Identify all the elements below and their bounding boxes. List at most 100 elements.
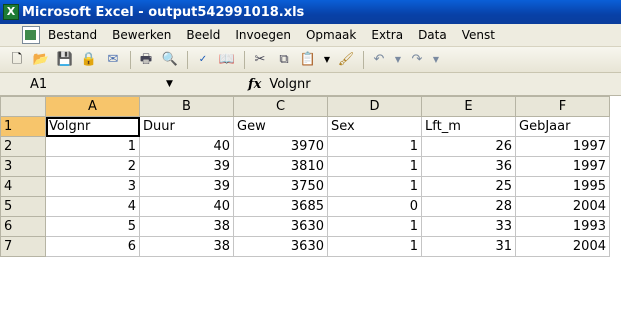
cell[interactable]: 2004 [515, 236, 610, 257]
cell[interactable]: 1 [327, 176, 422, 197]
cut-icon[interactable]: ✂ [251, 51, 269, 69]
new-document-icon[interactable]: 🗋 [8, 51, 26, 69]
cell[interactable]: 1993 [515, 216, 610, 237]
select-all-corner[interactable] [0, 96, 46, 117]
workbook-icon[interactable] [22, 26, 40, 44]
cell[interactable]: 26 [421, 136, 516, 157]
cell[interactable]: 2004 [515, 196, 610, 217]
cell[interactable]: 39 [139, 176, 234, 197]
cell[interactable]: 3970 [233, 136, 328, 157]
table-row: 4 3 39 3750 1 25 1995 [0, 176, 610, 197]
row-header[interactable]: 5 [0, 196, 46, 217]
copy-icon[interactable]: ⧉ [275, 51, 293, 69]
redo-icon[interactable]: ↷ [408, 51, 426, 69]
table-row: 2 1 40 3970 1 26 1997 [0, 136, 610, 157]
toolbar-separator [244, 50, 245, 69]
menu-invoegen[interactable]: Invoegen [235, 28, 291, 42]
spreadsheet-grid: A B C D E F 1 Volgnr Duur Gew Sex Lft_m … [0, 96, 610, 257]
undo-icon[interactable]: ↶ [370, 51, 388, 69]
cell[interactable]: 31 [421, 236, 516, 257]
permission-icon[interactable]: 🔒 [80, 51, 98, 69]
cell[interactable]: Gew [233, 116, 328, 137]
cell[interactable]: 5 [45, 216, 140, 237]
open-folder-icon[interactable]: 📂 [32, 51, 50, 69]
cell[interactable]: 28 [421, 196, 516, 217]
table-row: 5 4 40 3685 0 28 2004 [0, 196, 610, 217]
cell[interactable]: 3630 [233, 216, 328, 237]
row-header[interactable]: 2 [0, 136, 46, 157]
redo-dropdown-icon[interactable]: ▼ [432, 51, 440, 69]
cell[interactable]: 1995 [515, 176, 610, 197]
menu-beeld[interactable]: Beeld [186, 28, 220, 42]
row-header[interactable]: 1 [0, 116, 46, 137]
cell[interactable]: 33 [421, 216, 516, 237]
cell[interactable]: GebJaar [515, 116, 610, 137]
cell[interactable]: 3750 [233, 176, 328, 197]
cell[interactable]: Lft_m [421, 116, 516, 137]
menu-opmaak[interactable]: Opmaak [306, 28, 356, 42]
cell[interactable]: 2 [45, 156, 140, 177]
print-preview-icon[interactable]: 🔍 [161, 51, 179, 69]
cell[interactable]: 40 [139, 136, 234, 157]
cell[interactable]: 36 [421, 156, 516, 177]
formula-input[interactable]: Volgnr [269, 77, 310, 92]
column-header[interactable]: E [421, 96, 516, 117]
cell[interactable]: 1997 [515, 136, 610, 157]
cell[interactable]: 39 [139, 156, 234, 177]
insert-function-icon[interactable]: fx [248, 77, 261, 92]
research-icon[interactable]: 📖 [218, 51, 236, 69]
column-header[interactable]: C [233, 96, 328, 117]
column-header[interactable]: F [515, 96, 610, 117]
row-header[interactable]: 3 [0, 156, 46, 177]
format-painter-icon[interactable]: 🖌 [337, 51, 355, 69]
cell[interactable]: 3685 [233, 196, 328, 217]
save-icon[interactable]: 💾 [56, 51, 74, 69]
toolbar-separator [130, 50, 131, 69]
menu-bestand[interactable]: Bestand [48, 28, 97, 42]
cell[interactable]: Sex [327, 116, 422, 137]
name-box-dropdown-icon[interactable]: ▼ [166, 79, 176, 89]
paste-icon[interactable]: 📋 [299, 51, 317, 69]
toolbar-separator [187, 50, 188, 69]
cell[interactable]: 3810 [233, 156, 328, 177]
cell[interactable]: 40 [139, 196, 234, 217]
cell[interactable]: 3630 [233, 236, 328, 257]
cell[interactable]: 1 [327, 136, 422, 157]
cell[interactable]: Volgnr [45, 116, 140, 137]
cell[interactable]: 1 [327, 156, 422, 177]
paste-dropdown-icon[interactable]: ▼ [323, 51, 331, 69]
menu-venster[interactable]: Venst [462, 28, 495, 42]
column-header[interactable]: A [45, 96, 140, 117]
cell[interactable]: Duur [139, 116, 234, 137]
excel-app-icon: X [3, 4, 19, 20]
menu-bewerken[interactable]: Bewerken [112, 28, 171, 42]
cell[interactable]: 38 [139, 236, 234, 257]
row-header[interactable]: 4 [0, 176, 46, 197]
cell[interactable]: 25 [421, 176, 516, 197]
column-header[interactable]: D [327, 96, 422, 117]
cell[interactable]: 38 [139, 216, 234, 237]
cell[interactable]: 1 [45, 136, 140, 157]
table-row: 1 Volgnr Duur Gew Sex Lft_m GebJaar [0, 116, 610, 137]
cell[interactable]: 1 [327, 236, 422, 257]
cell[interactable]: 4 [45, 196, 140, 217]
cell[interactable]: 1 [327, 216, 422, 237]
undo-dropdown-icon[interactable]: ▼ [394, 51, 402, 69]
menu-bar: Bestand Bewerken Beeld Invoegen Opmaak E… [0, 24, 621, 47]
cell[interactable]: 3 [45, 176, 140, 197]
menu-extra[interactable]: Extra [371, 28, 403, 42]
email-icon[interactable]: ✉ [104, 51, 122, 69]
table-row: 7 6 38 3630 1 31 2004 [0, 236, 610, 257]
row-header[interactable]: 7 [0, 236, 46, 257]
window-title: Microsoft Excel - output542991018.xls [22, 4, 305, 20]
print-icon[interactable]: 🖶 [137, 51, 155, 69]
table-row: 3 2 39 3810 1 36 1997 [0, 156, 610, 177]
column-header[interactable]: B [139, 96, 234, 117]
spelling-icon[interactable]: ✓ [194, 51, 212, 69]
row-header[interactable]: 6 [0, 216, 46, 237]
cell[interactable]: 1997 [515, 156, 610, 177]
cell[interactable]: 0 [327, 196, 422, 217]
menu-data[interactable]: Data [418, 28, 447, 42]
cell[interactable]: 6 [45, 236, 140, 257]
name-box[interactable]: A1 [30, 75, 130, 94]
